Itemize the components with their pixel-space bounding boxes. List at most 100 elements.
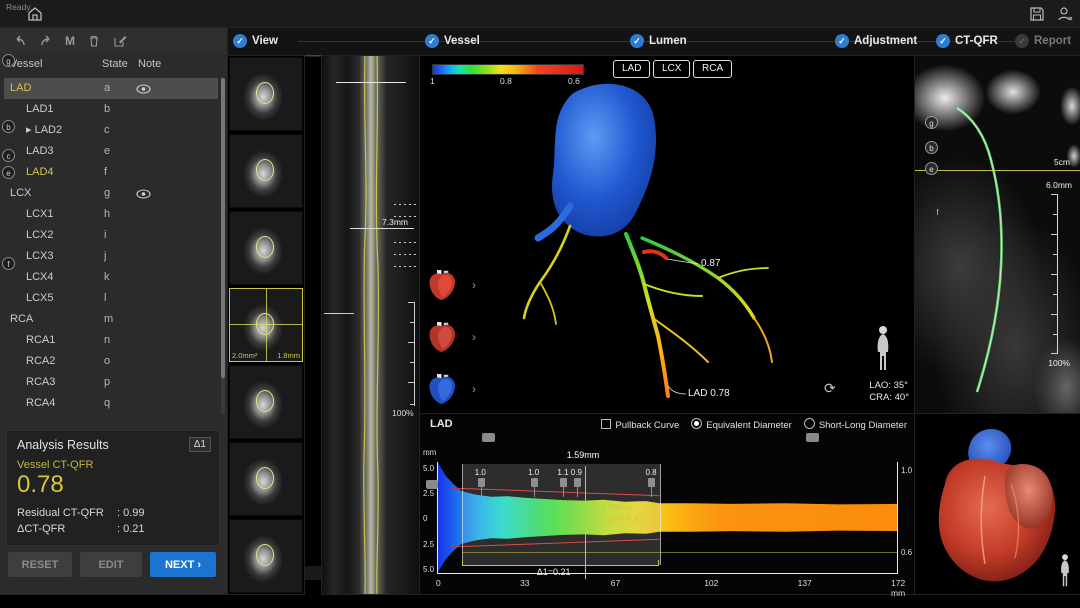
cross-section-thumb-7[interactable] (229, 519, 303, 593)
vessel-row-lad[interactable]: LADa (4, 78, 218, 99)
cpr-marker-f[interactable]: f (2, 257, 15, 270)
vessel-row-lcx2[interactable]: LCX2i (4, 225, 218, 246)
mpr-marker-b[interactable]: b (925, 141, 938, 154)
sidebar-toolbar: M (0, 28, 228, 54)
chart-handle-right[interactable] (806, 433, 819, 442)
vessel-row-lcx3[interactable]: LCX3j (4, 246, 218, 267)
diameter-tag-label: 0.9 (571, 468, 582, 477)
vessel-name: LCX2 (26, 225, 54, 246)
checkbox-icon[interactable] (601, 419, 611, 429)
tab-check-icon: ✓ (233, 34, 247, 48)
view-preset-3[interactable]: › (428, 372, 468, 408)
diameter-tag-pin[interactable] (478, 478, 485, 487)
tab-label: Lumen (649, 35, 687, 47)
tab-ct-qfr[interactable]: ✓CT-QFR (936, 34, 998, 48)
tab-adjustment[interactable]: ✓Adjustment (835, 34, 917, 48)
vessel-row-lcx[interactable]: LCXg (4, 183, 218, 204)
tab-label: Adjustment (854, 35, 917, 47)
trash-icon[interactable] (86, 33, 102, 49)
chart-vessel-label: LAD (430, 418, 453, 430)
rotate-view-icon[interactable]: ⟳ (824, 380, 836, 397)
diameter-tag-label: 1.1 (557, 468, 568, 477)
next-button[interactable]: NEXT › (150, 552, 216, 577)
view-preset-1[interactable]: › (428, 268, 468, 304)
stenosis-value-annotation: 0.87 (701, 258, 720, 269)
vessel-row-lcx4[interactable]: LCX4k (4, 267, 218, 288)
eye-icon[interactable] (136, 82, 152, 95)
diameter-tag-pin[interactable] (648, 478, 655, 487)
vessel-state: c (104, 120, 110, 141)
reset-button[interactable]: RESET (8, 552, 72, 577)
coronary-tree-render (420, 56, 915, 414)
mpr-scale-label: 5cm (1054, 157, 1070, 167)
diameter-tag-pin[interactable] (574, 478, 581, 487)
vessel-row-lad2[interactable]: ▸ LAD2c (4, 120, 218, 141)
radio-icon[interactable] (804, 418, 815, 429)
chart-control-short-long-diameter[interactable]: Short-Long Diameter (804, 418, 907, 431)
diameter-tag-pin[interactable] (531, 478, 538, 487)
x-tick-label: 33 (520, 578, 529, 588)
diameter-tag-stem (563, 487, 564, 497)
tab-report[interactable]: ✓Report (1015, 34, 1071, 48)
diameter-tag-pin[interactable] (560, 478, 567, 487)
vessel-name: RCA1 (26, 330, 55, 351)
chart-control-pullback-curve[interactable]: Pullback Curve (601, 419, 679, 431)
user-icon[interactable] (1056, 5, 1074, 23)
curved-mpr-view[interactable]: 5cm 6.0mm 100% gbef (915, 56, 1080, 414)
mpr-marker-e[interactable]: e (925, 162, 938, 175)
cpr-marker-e[interactable]: e (2, 166, 15, 179)
vessel-state: o (104, 351, 110, 372)
vessel-ctqfr-label: Vessel CT-QFR (17, 459, 93, 471)
coronary-3d-view[interactable]: 1 0.8 0.6 LAD LCX RCA (420, 56, 915, 414)
vessel-state: n (104, 330, 110, 351)
y-axis-handle[interactable] (426, 480, 438, 489)
vessel-list-scrollbar[interactable] (221, 78, 225, 414)
cross-section-thumb-3[interactable] (229, 211, 303, 285)
vessel-row-lad3[interactable]: LAD3e (4, 141, 218, 162)
vessel-row-rca[interactable]: RCAm (4, 309, 218, 330)
tab-view[interactable]: ✓ View (233, 34, 278, 48)
vessel-row-rca3[interactable]: RCA3p (4, 372, 218, 393)
mpr-marker-g[interactable]: g (925, 116, 938, 129)
cpr-marker-c[interactable]: c (2, 149, 15, 162)
eye-icon[interactable] (136, 187, 152, 200)
cross-section-thumb-5[interactable] (229, 365, 303, 439)
diameter-tag-label: 0.8 (645, 468, 656, 477)
vessel-row-rca1[interactable]: RCA1 n (4, 330, 218, 351)
vessel-row-lcx5[interactable]: LCX5l (4, 288, 218, 309)
vessel-name: LCX3 (26, 246, 54, 267)
tab-vessel[interactable]: ✓Vessel (425, 34, 480, 48)
diameter-tag-stem (651, 487, 652, 497)
mpr-marker-f[interactable]: f (931, 206, 944, 219)
radio-icon[interactable] (691, 418, 702, 429)
vessel-row-lad1[interactable]: LAD1b (4, 99, 218, 120)
edit-icon[interactable] (112, 33, 128, 49)
redo-icon[interactable] (38, 33, 54, 49)
tab-lumen[interactable]: ✓Lumen (630, 34, 687, 48)
diameter-marker-line[interactable] (585, 466, 586, 579)
chart-control-equivalent-diameter[interactable]: Equivalent Diameter (691, 418, 792, 431)
edit-button[interactable]: EDIT (80, 552, 142, 577)
cross-section-thumb-2[interactable] (229, 134, 303, 208)
straightened-cpr-view[interactable]: 7.3mm 100% (322, 56, 420, 594)
vessel-row-lad4[interactable]: LAD4f (4, 162, 218, 183)
cpr-marker-g[interactable]: g (2, 54, 15, 67)
cross-section-thumb-6[interactable] (229, 442, 303, 516)
cross-section-thumb-4[interactable]: 2.0mm²1.8mm (229, 288, 303, 362)
chart-handle-left[interactable] (482, 433, 495, 442)
undo-icon[interactable] (12, 33, 28, 49)
view-preset-2[interactable]: › (428, 320, 468, 356)
cpr-marker-b[interactable]: b (2, 120, 15, 133)
cross-section-thumb-1[interactable] (229, 57, 303, 131)
vessel-row-rca2[interactable]: RCA2o (4, 351, 218, 372)
tab-label: View (252, 35, 278, 47)
heart-3d-view[interactable] (915, 414, 1080, 594)
app-window: M Vessel State Note LADaLAD1b▸ LAD2cLAD3… (0, 0, 1080, 608)
vessel-list: LADaLAD1b▸ LAD2cLAD3eLAD4fLCXgLCX1hLCX2i… (4, 78, 218, 414)
y-axis-left (437, 462, 438, 574)
cra-angle: CRA: 40° (869, 392, 909, 404)
measure-tool-button[interactable]: M (62, 33, 78, 49)
save-icon[interactable] (1028, 5, 1046, 23)
vessel-row-lcx1[interactable]: LCX1h (4, 204, 218, 225)
vessel-row-rca4[interactable]: RCA4q (4, 393, 218, 414)
